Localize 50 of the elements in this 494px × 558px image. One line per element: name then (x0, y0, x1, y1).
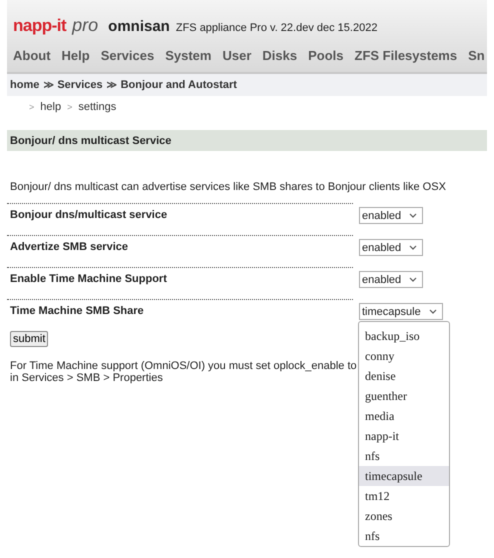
dropdown-option[interactable]: backup_iso (359, 326, 449, 346)
note-text: in Services > SMB > Properties (10, 372, 163, 384)
dropdown-option[interactable]: conny (359, 346, 449, 366)
nav-item[interactable]: Disks (262, 48, 298, 63)
dropdown-option[interactable]: timecapsule (359, 466, 449, 486)
nav-item[interactable]: Pools (308, 48, 344, 63)
dropdown-option[interactable]: tm12 (359, 486, 449, 506)
section-title: Bonjour/ dns multicast Service (7, 130, 487, 151)
dropdown-option[interactable]: guenther (359, 386, 449, 406)
setting-label: Time Machine SMB Share (9, 305, 144, 317)
host-name: omnisan (108, 18, 170, 35)
edition-label: pro (72, 15, 98, 36)
sublink[interactable]: settings (78, 101, 116, 113)
nav-item[interactable]: About (13, 48, 51, 63)
dropdown-option[interactable]: zones (359, 506, 449, 526)
sublink[interactable]: help (40, 101, 62, 113)
select-field[interactable]: timecapsule (359, 303, 443, 320)
caret-icon (409, 213, 418, 218)
setting-label: Advertize SMB service (9, 241, 128, 253)
nav-item[interactable]: User (222, 48, 252, 63)
dropdown-option[interactable]: nfs (359, 446, 449, 466)
caret-icon (409, 245, 418, 250)
select-field[interactable]: enabled (359, 207, 424, 224)
breadcrumb-separator: ≫ (43, 79, 54, 91)
caret-icon (428, 309, 437, 314)
setting-label: Enable Time Machine Support (9, 273, 167, 285)
dropdown-option[interactable]: nfs (359, 526, 449, 546)
dropdown-option[interactable]: denise (359, 366, 449, 386)
nav-item[interactable]: System (165, 48, 212, 63)
note-text: For Time Machine support (OmniOS/OI) you must set oplock_enable to (10, 360, 357, 372)
version-text: ZFS appliance Pro v. 22.dev dec 15.2022 (176, 22, 378, 34)
breadcrumb-link[interactable]: Bonjour and Autostart (120, 79, 237, 91)
dropdown-option[interactable]: media (359, 406, 449, 426)
nav-item[interactable]: ZFS Filesystems (354, 48, 458, 63)
select-field[interactable]: enabled (359, 271, 424, 288)
breadcrumb-link[interactable]: home (10, 79, 40, 91)
select-field[interactable]: enabled (359, 239, 424, 256)
logo: napp-it (13, 16, 66, 36)
sublink-separator: > (29, 102, 34, 112)
nav-item[interactable]: Sn (468, 48, 485, 63)
caret-icon (409, 277, 418, 282)
dropdown-option[interactable]: napp-it (359, 426, 449, 446)
sublink-separator: > (67, 102, 72, 112)
submit-button[interactable]: submit (10, 331, 48, 347)
breadcrumb-link[interactable]: Services (57, 79, 103, 91)
breadcrumb-separator: ≫ (106, 79, 117, 91)
nav-item[interactable]: Services (100, 48, 154, 63)
setting-label: Bonjour dns/multicast service (9, 209, 168, 221)
nav-item[interactable]: Help (62, 48, 90, 63)
description-text: Bonjour/ dns multicast can advertise services like SMB shares to Bonjour clients like OSX (10, 181, 447, 193)
